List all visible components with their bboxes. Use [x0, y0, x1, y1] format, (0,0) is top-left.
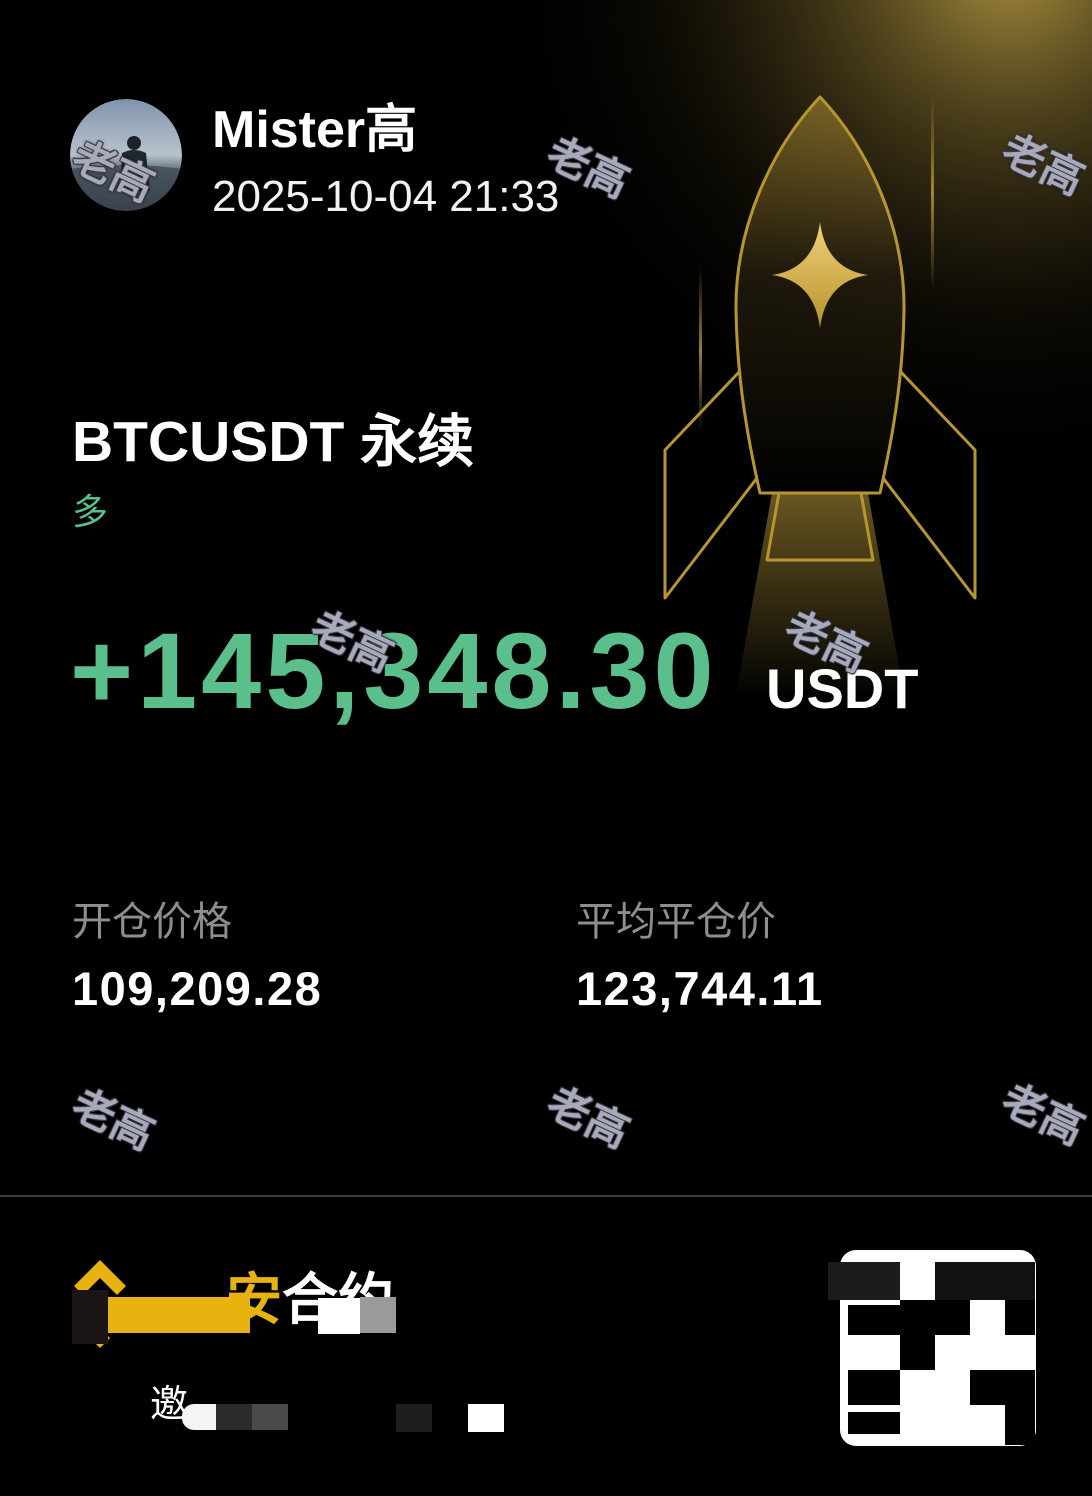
redaction-block: [182, 1404, 218, 1430]
redaction-block: [216, 1404, 252, 1430]
qr-mosaic-cell: [935, 1262, 1035, 1300]
redaction-block: [104, 1297, 250, 1333]
avg-close-price-label: 平均平仓价: [576, 900, 776, 944]
watermark: 老高: [995, 1075, 1092, 1154]
qr-mosaic-cell: [848, 1305, 900, 1335]
contract-symbol: BTCUSDT 永续: [72, 410, 475, 474]
qr-mosaic-cell: [900, 1335, 935, 1370]
redaction-block: [318, 1298, 360, 1334]
light-streak: [931, 95, 934, 290]
qr-mosaic-cell: [828, 1262, 900, 1300]
qr-mosaic-cell: [1005, 1300, 1035, 1335]
avatar: [70, 99, 182, 211]
qr-mosaic-cell: [848, 1370, 900, 1405]
avatar-photo: [70, 99, 182, 211]
light-streak: [699, 268, 702, 433]
redaction-block: [72, 1290, 108, 1344]
footer-divider: [0, 1195, 1092, 1197]
redaction-block: [468, 1404, 504, 1432]
avg-close-price-value: 123,744.11: [576, 962, 824, 1015]
share-datetime: 2025-10-04 21:33: [212, 172, 560, 221]
entry-price-value: 109,209.28: [72, 962, 323, 1015]
qr-mosaic-cell: [970, 1370, 1035, 1405]
entry-price-label: 开仓价格: [72, 900, 232, 944]
position-side: 多: [72, 491, 109, 532]
qr-mosaic-cell: [900, 1300, 970, 1335]
watermark: 老高: [540, 1078, 637, 1157]
pnl-amount: +145,348.30: [70, 610, 718, 731]
qr-mosaic-cell: [1005, 1405, 1035, 1445]
pnl-unit: USDT: [766, 657, 919, 720]
redaction-block: [396, 1404, 432, 1432]
redaction-block: [360, 1297, 396, 1333]
qr-mosaic-cell: [848, 1412, 900, 1434]
watermark: 老高: [65, 1080, 162, 1159]
username: Mister高: [212, 101, 418, 159]
redaction-block: [252, 1404, 288, 1430]
